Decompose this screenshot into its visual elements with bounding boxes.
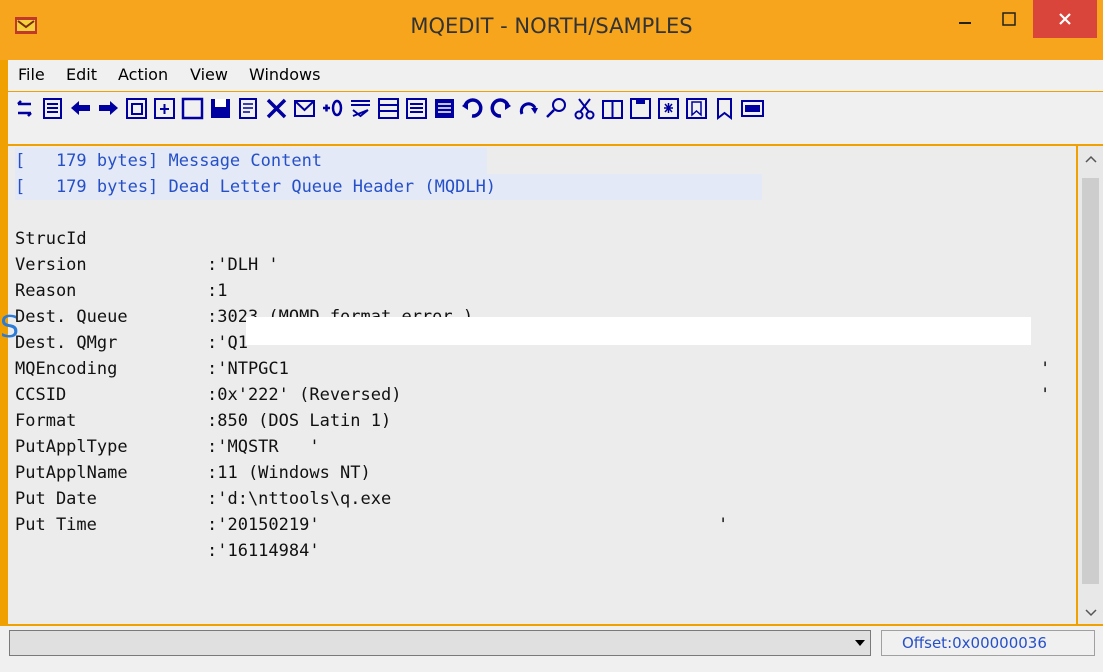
field-row-putapplname[interactable]: PutApplName :'d:\nttools\q.exe '	[15, 434, 1055, 535]
vertical-scrollbar[interactable]	[1078, 146, 1103, 624]
envelope-icon[interactable]	[292, 96, 317, 121]
arrow-left-icon[interactable]	[68, 96, 93, 121]
delete-icon[interactable]	[264, 96, 289, 121]
close-icon	[1059, 13, 1071, 25]
application-window: MQEDIT - NORTH/SAMPLES File Edit Action …	[0, 0, 1103, 672]
redo-icon[interactable]	[488, 96, 513, 121]
menu-action[interactable]: Action	[118, 65, 168, 84]
minimize-button[interactable]	[942, 0, 988, 38]
paste-special-icon[interactable]	[656, 96, 681, 121]
copy-icon[interactable]	[600, 96, 625, 121]
blank-page-icon[interactable]	[180, 96, 205, 121]
close-button[interactable]	[1033, 0, 1097, 38]
menu-view[interactable]: View	[190, 65, 228, 84]
text-icon[interactable]	[404, 96, 429, 121]
undo-icon[interactable]	[460, 96, 485, 121]
chevron-down-icon	[1084, 609, 1097, 617]
save-icon[interactable]	[208, 96, 233, 121]
offset-indicator: Offset:0x00000036	[881, 630, 1095, 656]
plus-zero-icon[interactable]	[320, 96, 345, 121]
field-value: :'16114984'	[207, 541, 320, 561]
edge-glyph: S	[0, 310, 20, 345]
menu-file[interactable]: File	[18, 65, 45, 84]
title-bar[interactable]: MQEDIT - NORTH/SAMPLES	[0, 0, 1103, 60]
cut-icon[interactable]	[572, 96, 597, 121]
search-icon[interactable]	[544, 96, 569, 121]
paste-icon[interactable]	[628, 96, 653, 121]
field-row-strucid[interactable]: StrucId :'DLH '	[15, 200, 1055, 275]
message-content-header[interactable]: [ 179 bytes] Message Content	[15, 148, 487, 174]
filled-list-icon[interactable]	[432, 96, 457, 121]
ok-icon[interactable]	[740, 96, 765, 121]
chevron-up-icon	[1084, 155, 1097, 163]
menu-edit[interactable]: Edit	[66, 65, 97, 84]
field-row-ccsid[interactable]: CCSID :850 (DOS Latin 1)	[15, 356, 1055, 431]
status-dropdown[interactable]	[9, 630, 871, 656]
field-row-version[interactable]: Version :1	[15, 226, 1055, 301]
maximize-icon	[1002, 12, 1016, 26]
status-bar: Offset:0x00000036	[0, 626, 1103, 672]
list-icon[interactable]	[40, 96, 65, 121]
dest-queue-edit-field[interactable]	[246, 317, 1031, 345]
menu-windows[interactable]: Windows	[249, 65, 320, 84]
dropdown-arrow-icon	[855, 640, 865, 646]
dlq-header-row[interactable]: [ 179 bytes] Dead Letter Queue Header (M…	[15, 174, 762, 200]
refresh-icon[interactable]	[12, 96, 37, 121]
toolbar	[8, 92, 1103, 144]
minimize-icon	[959, 22, 971, 24]
field-close-quote: '	[718, 515, 729, 535]
field-row-format[interactable]: Format :'MQSTR '	[15, 382, 1055, 457]
field-row-putappltype[interactable]: PutApplType :11 (Windows NT)	[15, 408, 1055, 483]
arrow-right-icon[interactable]	[96, 96, 121, 121]
lines-icon[interactable]	[376, 96, 401, 121]
scroll-thumb[interactable]	[1082, 178, 1099, 584]
message-content-area[interactable]: [ 179 bytes] Message Content [ 179 bytes…	[8, 146, 1076, 624]
maximize-button[interactable]	[986, 0, 1032, 38]
field-row-reason[interactable]: Reason :3023 (MQMD format error.)	[15, 252, 1055, 327]
bookmark-toggle-icon[interactable]	[684, 96, 709, 121]
scroll-up-button[interactable]	[1078, 148, 1103, 170]
menu-bar: File Edit Action View Windows	[8, 60, 1103, 91]
scroll-down-button[interactable]	[1078, 602, 1103, 624]
field-row-put-time[interactable]: Put Time :'16114984'	[15, 486, 1055, 561]
field-value: :'20150219'	[207, 515, 320, 535]
dropdown-button[interactable]	[850, 631, 870, 655]
new-window-icon[interactable]	[152, 96, 177, 121]
document-icon[interactable]	[236, 96, 261, 121]
bookmark-icon[interactable]	[712, 96, 737, 121]
collapse-icon[interactable]	[348, 96, 373, 121]
field-label: Put Time	[15, 515, 97, 535]
repeat-icon[interactable]	[516, 96, 541, 121]
field-row-put-date[interactable]: Put Date :'20150219'	[15, 460, 1055, 535]
field-row-dest-queue[interactable]: Dest. Queue :'Q1 '	[15, 278, 1055, 379]
window-title: MQEDIT - NORTH/SAMPLES	[410, 14, 693, 38]
copy-window-icon[interactable]	[124, 96, 149, 121]
